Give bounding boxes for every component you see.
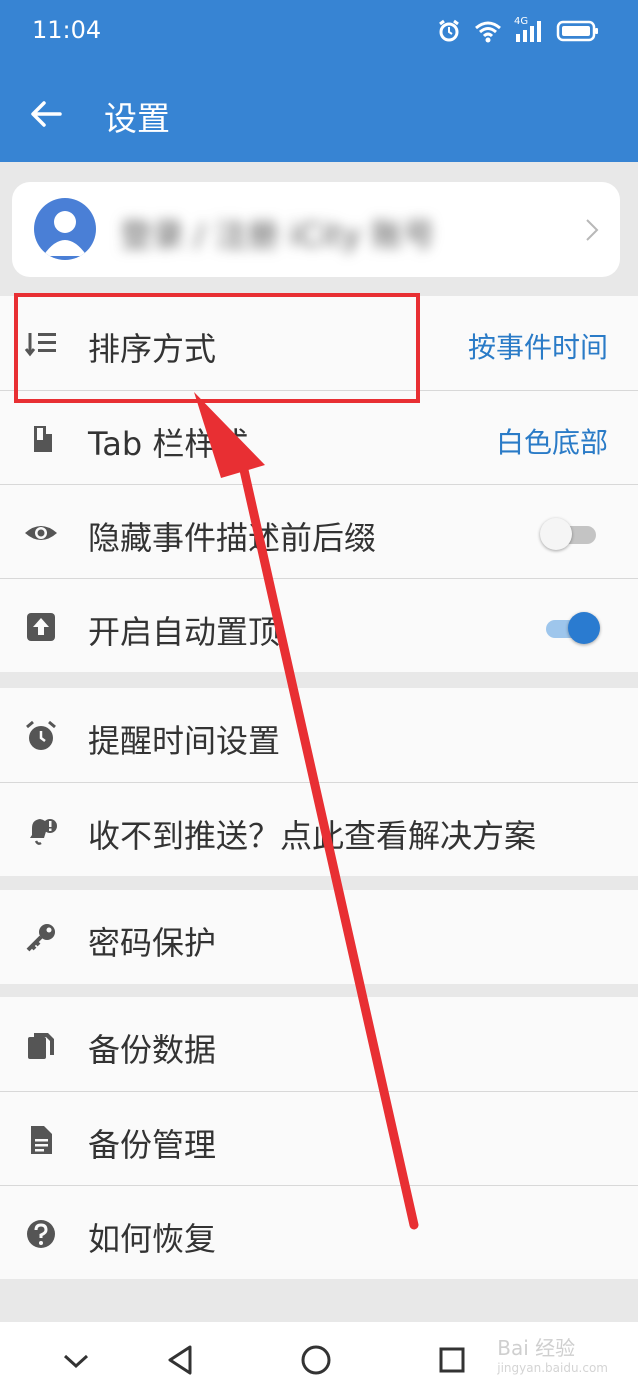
tap-icon [34, 426, 52, 452]
page-title: 设置 [104, 99, 170, 138]
help-icon [27, 1220, 55, 1248]
status-icons: 4G [436, 16, 600, 44]
account-label: 登录 / 注册 iCity 账号 [120, 216, 436, 254]
auto-pin-toggle[interactable] [546, 612, 602, 644]
backup-manage-row[interactable]: 备份管理 [0, 1091, 638, 1185]
app-bar: 设置 [0, 66, 638, 162]
watermark-text: Bai 经验 [497, 1336, 576, 1360]
avatar [34, 198, 96, 260]
wifi-icon [475, 21, 501, 43]
battery-icon [556, 20, 598, 42]
account-card[interactable]: 登录 / 注册 iCity 账号 [12, 182, 620, 277]
notification-alert-icon [30, 819, 57, 845]
watermark: Bai 经验 jingyan.baidu.com [497, 1332, 608, 1375]
how-restore-label: 如何恢复 [88, 1220, 217, 1258]
system-nav-bar: Bai 经验 jingyan.baidu.com [0, 1322, 638, 1392]
chevron-right-icon [586, 219, 599, 241]
highlight-box [14, 293, 420, 403]
hide-prefix-label: 隐藏事件描述前后缀 [88, 519, 377, 557]
auto-pin-label: 开启自动置顶 [88, 613, 281, 651]
hide-prefix-toggle[interactable] [540, 518, 602, 550]
watermark-sub: jingyan.baidu.com [497, 1361, 608, 1375]
auto-pin-row[interactable]: 开启自动置顶 [0, 578, 638, 672]
backup-manage-label: 备份管理 [88, 1126, 217, 1164]
chevron-down-icon[interactable] [56, 1340, 96, 1380]
push-help-label: 收不到推送？点此查看解决方案 [88, 817, 537, 855]
settings-group-backup: 备份数据 备份管理 如何恢复 [0, 997, 638, 1279]
eye-icon [25, 526, 57, 540]
recents-square-icon[interactable] [432, 1340, 472, 1380]
reminder-time-label: 提醒时间设置 [88, 722, 281, 760]
user-icon [43, 211, 87, 256]
key-icon [26, 924, 55, 952]
settings-group-reminder: 提醒时间设置 收不到推送？点此查看解决方案 [0, 688, 638, 876]
signal-icon: 4G [514, 16, 544, 44]
status-bar: 11:04 4G [0, 0, 638, 66]
tab-style-row[interactable]: Tab 栏样式 白色底部 [0, 390, 638, 484]
backup-data-label: 备份数据 [88, 1031, 217, 1069]
copy-icon [28, 1033, 54, 1059]
hide-prefix-row[interactable]: 隐藏事件描述前后缀 [0, 484, 638, 578]
reminder-time-row[interactable]: 提醒时间设置 [0, 688, 638, 782]
backup-data-row[interactable]: 备份数据 [0, 997, 638, 1091]
tab-style-label: Tab 栏样式 [88, 425, 249, 463]
home-circle-icon[interactable] [296, 1340, 336, 1380]
sort-mode-value: 按事件时间 [467, 331, 608, 364]
tab-style-value: 白色底部 [495, 426, 608, 459]
status-time: 11:04 [32, 16, 102, 44]
alarm-status-icon [439, 19, 459, 42]
password-row[interactable]: 密码保护 [0, 890, 638, 984]
back-arrow-icon[interactable] [28, 96, 64, 132]
document-icon [31, 1126, 52, 1154]
back-triangle-icon[interactable] [160, 1340, 200, 1380]
password-label: 密码保护 [88, 924, 217, 962]
how-restore-row[interactable]: 如何恢复 [0, 1185, 638, 1279]
settings-group-security: 密码保护 [0, 890, 638, 984]
upload-icon [27, 613, 55, 641]
alarm-icon [26, 720, 56, 750]
push-help-row[interactable]: 收不到推送？点此查看解决方案 [0, 782, 638, 876]
